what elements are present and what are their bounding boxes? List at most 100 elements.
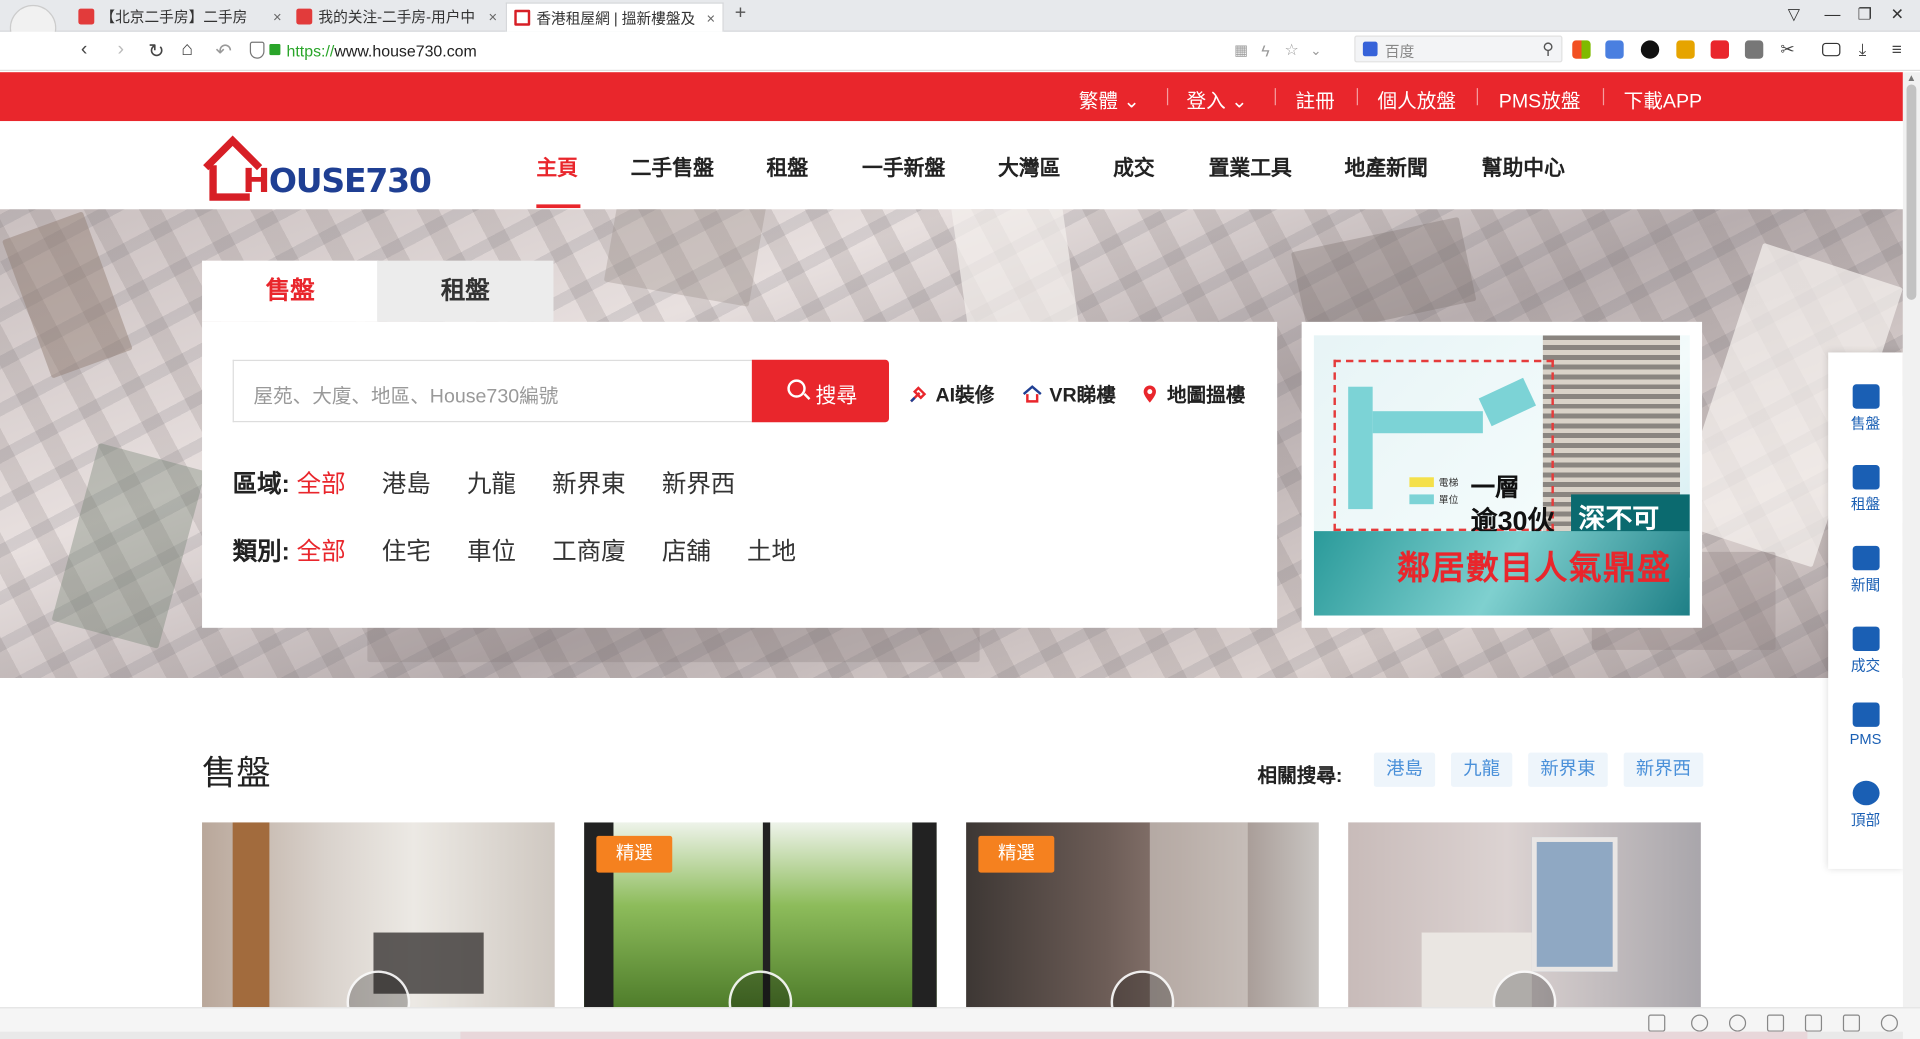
sidebar-item-top[interactable]: 頂部 xyxy=(1828,780,1903,830)
download-app-link[interactable]: 下載APP xyxy=(1624,84,1702,113)
image-icon[interactable] xyxy=(1648,1014,1666,1032)
listing-card[interactable] xyxy=(1348,822,1701,1008)
reload-icon[interactable]: ↻ xyxy=(148,39,164,63)
listing-card[interactable]: 精選 xyxy=(584,822,937,1008)
zoom-icon[interactable] xyxy=(1880,1014,1898,1032)
horizontal-scrollbar-thumb[interactable] xyxy=(460,1031,1808,1039)
nav-transactions[interactable]: 成交 xyxy=(1113,151,1155,182)
related-chip-hk-island[interactable]: 港島 xyxy=(1373,752,1436,787)
related-chip-nt-west[interactable]: 新界西 xyxy=(1623,752,1704,787)
nav-secondhand-sale[interactable]: 二手售盤 xyxy=(631,151,714,182)
apps-icon[interactable] xyxy=(1572,40,1591,59)
horizontal-scrollbar[interactable] xyxy=(0,1031,1903,1039)
sound-icon[interactable] xyxy=(1804,1014,1823,1032)
fe-extension-icon[interactable] xyxy=(1710,40,1729,59)
download-icon[interactable]: ⤓ xyxy=(1859,39,1867,60)
sidebar-item-sale[interactable]: 售盤 xyxy=(1828,384,1903,433)
region-option-hk-island[interactable]: 港島 xyxy=(382,464,431,499)
lock-icon xyxy=(269,44,281,56)
type-option-all[interactable]: 全部 xyxy=(297,531,346,566)
forward-icon[interactable]: › xyxy=(118,39,125,61)
vr-badge-icon[interactable] xyxy=(728,970,793,1008)
ai-renovation-link[interactable]: AI裝修 xyxy=(909,378,994,407)
region-option-nt-east[interactable]: 新界東 xyxy=(552,464,625,499)
sidebar-item-pms[interactable]: PMS xyxy=(1828,702,1903,748)
search-input[interactable]: 屋苑、大廈、地區、House730編號 xyxy=(232,359,752,423)
nav-property-tools[interactable]: 置業工具 xyxy=(1209,151,1292,182)
browser-search-placeholder: 百度 xyxy=(1384,42,1415,60)
close-icon[interactable]: × xyxy=(489,2,498,31)
url-field[interactable]: https://www.house730.com xyxy=(245,38,1335,65)
type-option-shop[interactable]: 店舖 xyxy=(662,531,711,566)
lightning-icon[interactable]: ϟ xyxy=(1261,42,1269,60)
map-search-link[interactable]: 地圖搵樓 xyxy=(1140,378,1245,407)
browser-tab-title: 【北京二手房】二手房 xyxy=(100,8,248,26)
pen-extension-icon[interactable] xyxy=(1676,40,1695,59)
language-switch[interactable]: 繁體 ⌄ xyxy=(1079,84,1140,113)
related-chip-kowloon[interactable]: 九龍 xyxy=(1451,752,1513,787)
register-link[interactable]: 註冊 xyxy=(1296,84,1335,113)
pms-listing-link[interactable]: PMS放盤 xyxy=(1499,84,1581,113)
search-button[interactable]: 搜尋 xyxy=(751,359,889,423)
tab-sale[interactable]: 售盤 xyxy=(202,260,379,322)
nav-new-homes[interactable]: 一手新盤 xyxy=(862,151,945,182)
nav-greater-bay-area[interactable]: 大灣區 xyxy=(998,151,1060,182)
scissors-icon[interactable]: ✂ xyxy=(1780,39,1794,60)
v-extension-icon[interactable] xyxy=(1744,40,1764,59)
vr-viewing-link[interactable]: VR睇樓 xyxy=(1022,378,1116,407)
house730-logo[interactable]: HOUSE730 xyxy=(201,133,432,202)
search-icon xyxy=(787,379,806,398)
window-icon[interactable] xyxy=(1842,1014,1861,1032)
new-tab-button[interactable]: + xyxy=(735,2,746,24)
browser-tab-3[interactable]: 香港租屋網 | 搵新樓盤及 × xyxy=(505,2,724,32)
circle-extension-icon[interactable] xyxy=(1640,40,1660,59)
region-option-kowloon[interactable]: 九龍 xyxy=(467,464,516,499)
trash-icon[interactable] xyxy=(1766,1014,1785,1032)
window-close-icon[interactable]: ✕ xyxy=(1891,5,1904,25)
home-icon[interactable]: ⌂ xyxy=(181,39,193,61)
qr-code-icon[interactable]: ▦ xyxy=(1234,42,1248,59)
nav-help-center[interactable]: 幫助中心 xyxy=(1482,151,1565,182)
browser-tab-1[interactable]: 【北京二手房】二手房 × xyxy=(71,2,289,31)
listing-card[interactable] xyxy=(202,822,555,1008)
star-icon[interactable]: ☆ xyxy=(1285,40,1299,60)
browser-tab-2[interactable]: 我的关注-二手房-用户中 × xyxy=(289,2,505,31)
type-option-commercial[interactable]: 工商廈 xyxy=(552,531,625,566)
sidebar-item-transactions[interactable]: 成交 xyxy=(1828,626,1903,676)
vertical-scrollbar[interactable]: ▲ xyxy=(1902,72,1920,1039)
nav-property-news[interactable]: 地產新聞 xyxy=(1345,151,1428,182)
tab-rent[interactable]: 租盤 xyxy=(377,260,554,322)
restore-icon[interactable]: ❐ xyxy=(1858,5,1872,25)
related-chip-nt-east[interactable]: 新界東 xyxy=(1528,752,1608,787)
menu-icon[interactable]: ≡ xyxy=(1892,39,1902,59)
refresh-icon[interactable] xyxy=(1728,1014,1747,1032)
scroll-up-icon[interactable]: ▲ xyxy=(1907,72,1917,83)
listing-card[interactable]: 精選 xyxy=(966,822,1319,1008)
chevron-down-icon[interactable]: ⌄ xyxy=(1310,43,1321,59)
type-option-residential[interactable]: 住宅 xyxy=(382,531,431,566)
login-link[interactable]: 登入 ⌄ xyxy=(1187,84,1248,113)
back-icon[interactable]: ‹ xyxy=(81,39,88,61)
browser-search-box[interactable]: 百度 ⚲ xyxy=(1354,35,1563,63)
translate-icon[interactable] xyxy=(1605,40,1624,59)
region-option-all[interactable]: 全部 xyxy=(297,464,346,499)
personal-listing-link[interactable]: 個人放盤 xyxy=(1378,84,1456,113)
type-option-land[interactable]: 土地 xyxy=(747,531,796,566)
pin-icon[interactable]: ▽ xyxy=(1788,5,1800,25)
nav-rent[interactable]: 租盤 xyxy=(767,151,809,182)
battery-icon[interactable] xyxy=(1822,42,1841,57)
advertisement-banner[interactable]: 電梯 單位 一層 逾30伙 深不可測 鄰居數目人氣鼎盛 xyxy=(1301,321,1703,628)
search-icon[interactable]: ⚲ xyxy=(1542,39,1554,59)
floor-plan-block xyxy=(1348,386,1373,510)
sidebar-item-rent[interactable]: 租盤 xyxy=(1828,465,1903,514)
close-icon[interactable]: × xyxy=(273,2,282,31)
rocket-icon[interactable] xyxy=(1691,1014,1709,1032)
region-option-nt-west[interactable]: 新界西 xyxy=(662,464,735,499)
type-option-parking[interactable]: 車位 xyxy=(467,531,516,566)
nav-home[interactable]: 主頁 xyxy=(536,151,578,182)
close-icon[interactable]: × xyxy=(707,4,716,32)
minimize-icon[interactable]: — xyxy=(1825,5,1841,23)
scrollbar-thumb[interactable] xyxy=(1906,84,1917,300)
sidebar-item-news[interactable]: 新聞 xyxy=(1828,545,1903,595)
undo-close-icon[interactable]: ↶ xyxy=(216,39,232,63)
